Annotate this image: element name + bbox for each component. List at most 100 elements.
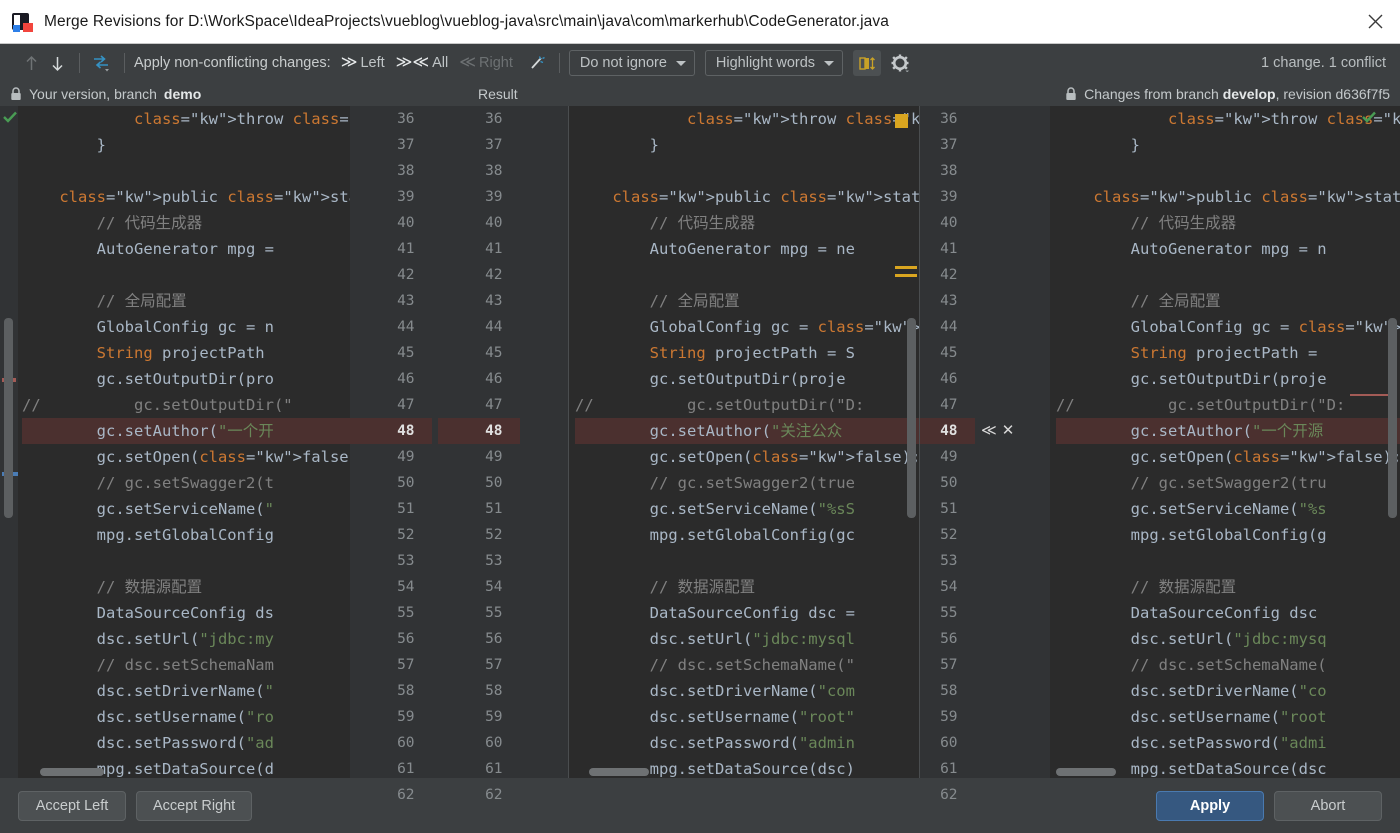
code-line[interactable]: AutoGenerator mpg = <box>22 236 350 262</box>
code-line[interactable]: dsc.setDriverName(" <box>22 678 350 704</box>
code-line[interactable]: GlobalConfig gc = n <box>22 314 350 340</box>
code-line[interactable]: GlobalConfig gc = class="kw">new <box>575 314 919 340</box>
right-vertical-scrollbar-thumb[interactable] <box>1388 318 1397 518</box>
code-line[interactable]: String projectPath <box>22 340 350 366</box>
right-gutter-strip[interactable]: 36 37 38 39 40 41 42 43 44 45 46 47 48 4… <box>919 106 1050 803</box>
code-line[interactable]: } <box>575 132 919 158</box>
code-line[interactable]: class="kw">throw class="kw">new MybatisP… <box>1056 106 1400 132</box>
accept-right-button[interactable]: Accept Right <box>136 790 253 821</box>
code-line[interactable]: dsc.setUrl("jdbc:mysql <box>575 626 919 652</box>
code-line[interactable]: class="kw">public class="kw">static clas… <box>575 184 919 210</box>
ignore-right-change-icon[interactable]: ✕ <box>1002 418 1015 444</box>
code-line[interactable]: // dsc.setSchemaNam <box>22 652 350 678</box>
right-editor-pane[interactable]: class="kw">throw class="kw">new MybatisP… <box>1050 106 1400 778</box>
code-line[interactable]: gc.setAuthor("一个开 <box>22 418 350 444</box>
code-line[interactable] <box>22 548 350 574</box>
code-line[interactable]: dsc.setPassword("ad <box>22 730 350 756</box>
code-line[interactable]: // gc.setOutputDir("D: <box>575 392 919 418</box>
result-vertical-scrollbar-thumb[interactable] <box>907 318 916 518</box>
right-code-text[interactable]: class="kw">throw class="kw">new MybatisP… <box>1050 106 1400 778</box>
code-line[interactable]: // 代码生成器 <box>575 210 919 236</box>
code-line[interactable]: DataSourceConfig dsc <box>1056 600 1400 626</box>
left-code-text[interactable]: class="kw">throw class="kw">new MybatisP… <box>0 106 350 778</box>
code-line[interactable]: } <box>1056 132 1400 158</box>
code-line[interactable]: class="kw">public class="kw">static clas… <box>1056 184 1400 210</box>
code-line[interactable]: dsc.setUsername("root <box>1056 704 1400 730</box>
code-line[interactable]: gc.setServiceName(" <box>22 496 350 522</box>
result-code-text[interactable]: class="kw">throw class="kw">new MybatisP… <box>569 106 919 778</box>
code-line[interactable]: mpg.setGlobalConfig(gc <box>575 522 919 548</box>
code-line[interactable]: gc.setOpen(class="kw">false); <box>22 444 350 470</box>
code-line[interactable]: // gc.setSwagger2(tru <box>1056 470 1400 496</box>
code-line[interactable]: DataSourceConfig ds <box>22 600 350 626</box>
magic-wand-icon[interactable] <box>524 50 550 76</box>
code-line[interactable]: // gc.setSwagger2(t <box>22 470 350 496</box>
next-difference-icon[interactable] <box>44 50 70 76</box>
code-line[interactable] <box>1056 548 1400 574</box>
apply-changes-icon[interactable] <box>89 50 115 76</box>
right-horizontal-scrollbar[interactable] <box>1056 768 1390 776</box>
code-line[interactable]: gc.setOpen(class="kw">false); <box>1056 444 1400 470</box>
code-line[interactable]: dsc.setDriverName("co <box>1056 678 1400 704</box>
apply-button[interactable]: Apply <box>1156 790 1264 821</box>
code-line[interactable]: String projectPath = S <box>575 340 919 366</box>
code-line[interactable]: // gc.setOutputDir("D: <box>1056 392 1400 418</box>
ignore-policy-combo[interactable]: Do not ignore <box>568 50 695 76</box>
code-line[interactable]: dsc.setUsername("root" <box>575 704 919 730</box>
code-line[interactable]: // 代码生成器 <box>22 210 350 236</box>
code-line[interactable]: DataSourceConfig dsc = <box>575 600 919 626</box>
code-line[interactable]: dsc.setUrl("jdbc:my <box>22 626 350 652</box>
code-line[interactable]: // 全局配置 <box>575 288 919 314</box>
code-line[interactable]: gc.setOpen(class="kw">false); <box>575 444 919 470</box>
code-line[interactable]: dsc.setUsername("ro <box>22 704 350 730</box>
right-conflict-actions[interactable]: ≪ ✕ <box>981 418 1014 444</box>
code-line[interactable]: // dsc.setSchemaName( <box>1056 652 1400 678</box>
code-line[interactable]: dsc.setDriverName("com <box>575 678 919 704</box>
previous-difference-icon[interactable] <box>18 50 44 76</box>
code-line[interactable]: AutoGenerator mpg = n <box>1056 236 1400 262</box>
abort-button[interactable]: Abort <box>1274 790 1382 821</box>
result-editor-pane[interactable]: class="kw">throw class="kw">new MybatisP… <box>569 106 919 778</box>
code-line[interactable]: GlobalConfig gc = class="kw">new <box>1056 314 1400 340</box>
code-line[interactable]: dsc.setUrl("jdbc:mysq <box>1056 626 1400 652</box>
code-line[interactable]: dsc.setPassword("admin <box>575 730 919 756</box>
apply-all-button[interactable]: ≫≪ All <box>396 55 449 72</box>
code-line[interactable]: // 数据源配置 <box>1056 574 1400 600</box>
code-line[interactable] <box>1056 262 1400 288</box>
gear-icon[interactable] <box>887 50 913 76</box>
code-line[interactable]: class="kw">throw class="kw">new MybatisP… <box>575 106 919 132</box>
code-line[interactable]: gc.setAuthor("一个开源 <box>1056 418 1400 444</box>
close-icon[interactable] <box>1356 6 1394 38</box>
code-line[interactable]: gc.setAuthor("关注公众 <box>575 418 919 444</box>
code-line[interactable]: mpg.setGlobalConfig(g <box>1056 522 1400 548</box>
code-line[interactable]: gc.setOutputDir(pro <box>22 366 350 392</box>
left-editor-pane[interactable]: class="kw">throw class="kw">new MybatisP… <box>0 106 350 778</box>
code-line[interactable]: // 数据源配置 <box>22 574 350 600</box>
code-line[interactable]: dsc.setPassword("admi <box>1056 730 1400 756</box>
code-line[interactable] <box>575 158 919 184</box>
code-line[interactable]: // 全局配置 <box>22 288 350 314</box>
code-line[interactable]: class="kw">public class="kw">static clas… <box>22 184 350 210</box>
code-line[interactable] <box>575 548 919 574</box>
code-line[interactable]: // 数据源配置 <box>575 574 919 600</box>
code-line[interactable]: String projectPath = <box>1056 340 1400 366</box>
code-line[interactable]: // 代码生成器 <box>1056 210 1400 236</box>
code-line[interactable]: // dsc.setSchemaName(" <box>575 652 919 678</box>
code-line[interactable] <box>22 262 350 288</box>
collapse-unchanged-icon[interactable] <box>853 50 882 76</box>
left-gutter-strip[interactable]: ✕ ≫ 36 37 38 39 40 41 42 43 44 45 46 47 … <box>350 106 569 803</box>
code-line[interactable]: // gc.setOutputDir(" <box>22 392 350 418</box>
code-line[interactable]: gc.setOutputDir(proje <box>575 366 919 392</box>
code-line[interactable] <box>22 158 350 184</box>
apply-left-button[interactable]: ≫ Left <box>341 55 385 72</box>
code-line[interactable] <box>575 262 919 288</box>
code-line[interactable]: // gc.setSwagger2(true <box>575 470 919 496</box>
code-line[interactable]: gc.setOutputDir(proje <box>1056 366 1400 392</box>
code-line[interactable]: class="kw">throw class="kw">new MybatisP <box>22 106 350 132</box>
code-line[interactable]: AutoGenerator mpg = ne <box>575 236 919 262</box>
left-horizontal-scrollbar[interactable] <box>40 768 340 776</box>
code-line[interactable]: gc.setServiceName("%s <box>1056 496 1400 522</box>
accept-left-button[interactable]: Accept Left <box>18 790 126 821</box>
apply-right-button[interactable]: ≪ Right <box>459 55 513 72</box>
code-line[interactable]: gc.setServiceName("%sS <box>575 496 919 522</box>
